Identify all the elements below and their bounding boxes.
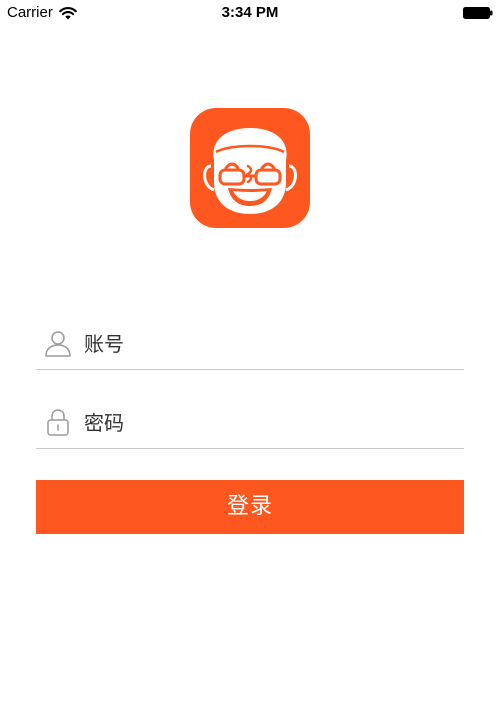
lock-icon (47, 409, 69, 436)
status-bar: Carrier 3:34 PM (0, 0, 500, 26)
password-field (36, 398, 464, 449)
password-input[interactable] (84, 406, 454, 440)
account-field (36, 319, 464, 370)
status-time: 3:34 PM (221, 4, 279, 21)
user-icon (45, 331, 71, 357)
login-button[interactable]: 登录 (36, 480, 464, 534)
smiling-old-man-with-glasses-icon (190, 108, 310, 228)
battery-icon (463, 7, 493, 19)
account-input[interactable] (84, 327, 454, 361)
